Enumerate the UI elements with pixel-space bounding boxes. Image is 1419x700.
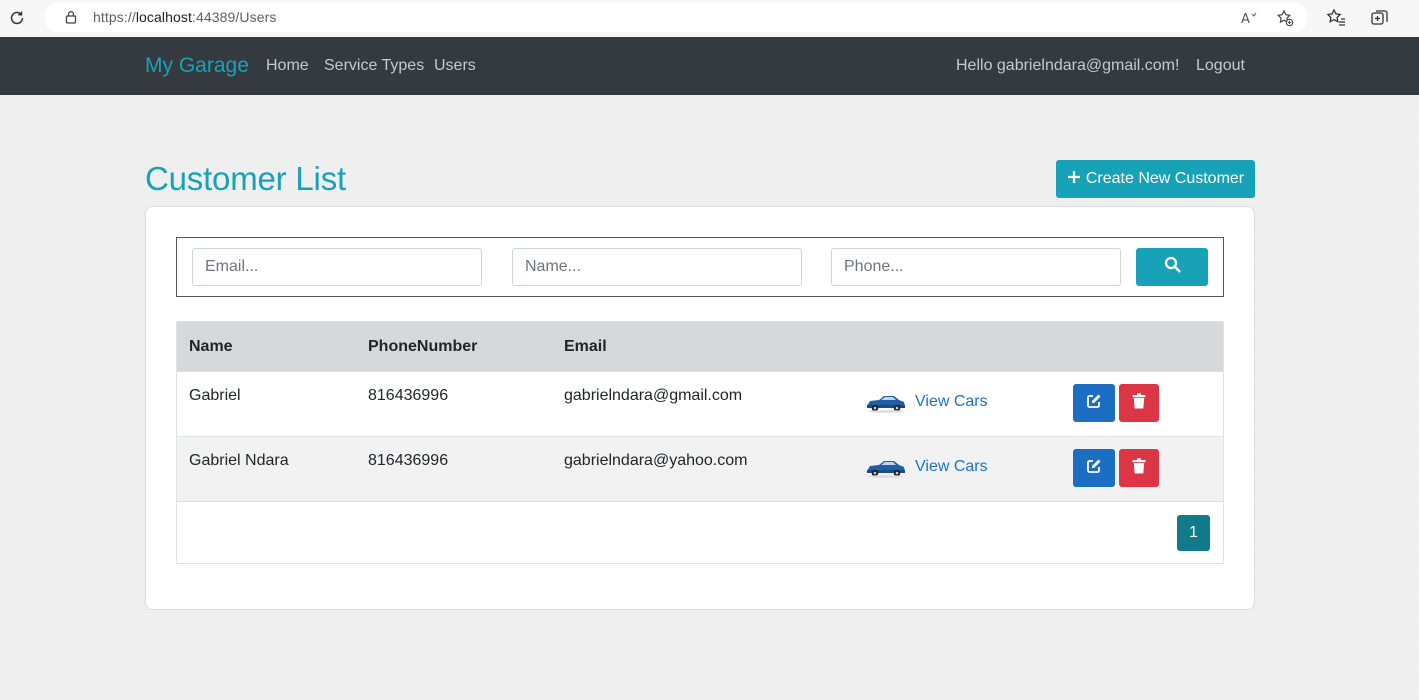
top-navbar: My Garage Home Service Types Users Hello… [0, 37, 1419, 95]
table-row: Gabriel Ndara 816436996 gabrielndara@yah… [177, 436, 1223, 501]
pagination-row: 1 [177, 501, 1223, 563]
view-cars-link[interactable]: View Cars [915, 393, 988, 411]
customer-phone: 816436996 [368, 452, 449, 469]
car-icon [865, 392, 907, 414]
customer-phone: 816436996 [368, 387, 449, 404]
create-customer-label: Create New Customer [1085, 170, 1245, 187]
search-icon [1164, 256, 1181, 278]
table-header: Name PhoneNumber Email [177, 322, 1223, 371]
svg-text:A: A [1241, 12, 1250, 26]
brand-link[interactable]: My Garage [145, 54, 249, 78]
customer-name: Gabriel [189, 387, 241, 404]
read-aloud-icon[interactable]: A [1241, 9, 1259, 27]
customer-table: Name PhoneNumber Email Gabriel 816436996… [176, 321, 1224, 564]
delete-button[interactable] [1119, 384, 1159, 422]
add-favorite-icon[interactable] [1276, 9, 1294, 27]
address-bar[interactable]: https://localhost:44389/Users A [44, 3, 1308, 32]
table-row: Gabriel 816436996 gabrielndara@gmail.com… [177, 371, 1223, 436]
phone-search-input[interactable] [831, 248, 1121, 286]
header-name: Name [189, 338, 233, 355]
reload-icon[interactable] [6, 7, 28, 29]
plus-icon [1067, 170, 1081, 189]
user-greeting[interactable]: Hello gabrielndara@gmail.com! [956, 57, 1179, 75]
delete-button[interactable] [1119, 449, 1159, 487]
trash-icon [1132, 392, 1146, 414]
logout-link[interactable]: Logout [1196, 57, 1245, 75]
view-cars-link[interactable]: View Cars [915, 458, 988, 476]
email-search-input[interactable] [192, 248, 482, 286]
car-icon [865, 457, 907, 479]
create-customer-button[interactable]: Create New Customer [1056, 160, 1255, 198]
browser-toolbar: https://localhost:44389/Users A [0, 0, 1419, 37]
edit-button[interactable] [1073, 449, 1115, 487]
nav-users[interactable]: Users [434, 57, 476, 75]
customer-name: Gabriel Ndara [189, 452, 289, 469]
edit-icon [1086, 458, 1102, 479]
edit-icon [1086, 393, 1102, 414]
search-button[interactable] [1136, 248, 1208, 286]
favorites-icon[interactable] [1325, 7, 1347, 29]
nav-service-types[interactable]: Service Types [324, 57, 424, 75]
header-phone: PhoneNumber [368, 338, 478, 355]
collections-icon[interactable] [1369, 7, 1391, 29]
edit-button[interactable] [1073, 384, 1115, 422]
lock-icon[interactable] [64, 10, 78, 24]
page-title: Customer List [145, 160, 346, 197]
customer-email: gabrielndara@yahoo.com [564, 452, 748, 469]
url-text: https://localhost:44389/Users [93, 9, 277, 25]
header-email: Email [564, 338, 607, 355]
name-search-input[interactable] [512, 248, 802, 286]
page-button[interactable]: 1 [1177, 515, 1210, 551]
trash-icon [1132, 457, 1146, 479]
nav-home[interactable]: Home [266, 57, 309, 75]
customer-email: gabrielndara@gmail.com [564, 387, 743, 404]
